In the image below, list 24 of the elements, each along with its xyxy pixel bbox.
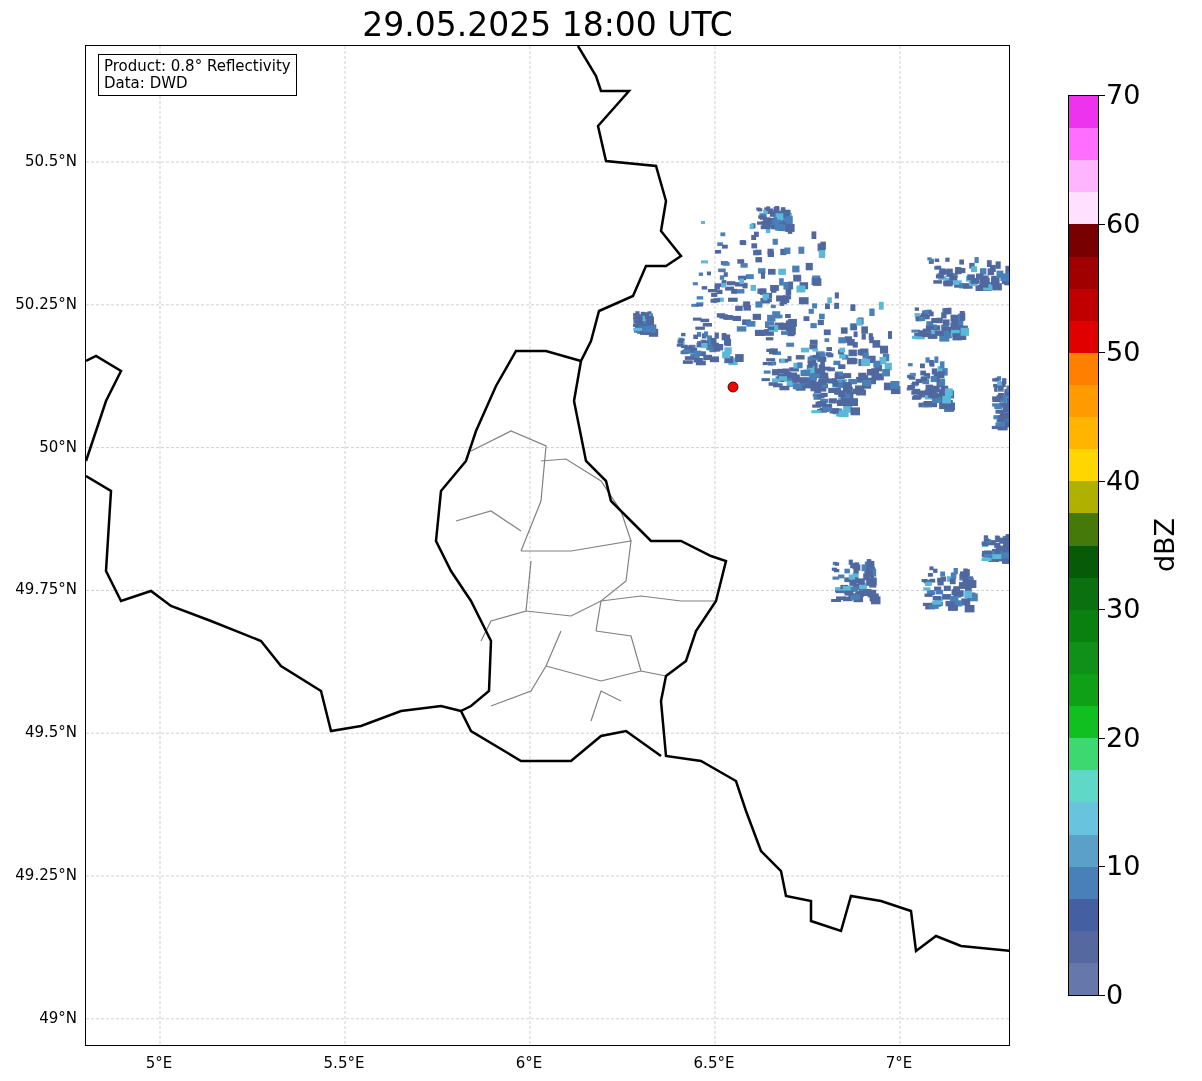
axis-tick-label: 49.5°N <box>24 723 78 742</box>
axis-tick-label: 50.5°N <box>24 152 78 170</box>
colorbar-label: dBZ <box>1148 517 1180 573</box>
chart-title: 29.05.2025 18:00 UTC <box>362 5 733 45</box>
axis-tick-label: 49.75°N <box>15 580 78 599</box>
colorbar-tick-label: 60 <box>1106 208 1141 239</box>
axis-tick-label: 6°E <box>515 1053 543 1072</box>
colorbar-tick-label: 20 <box>1106 722 1141 753</box>
colorbar-tick-label: 0 <box>1106 980 1124 1010</box>
legend-text: Data: DWD <box>104 75 189 92</box>
colorbar-tick-label: 40 <box>1106 465 1141 496</box>
axis-tick-label: 50.25°N <box>15 294 78 313</box>
axis-tick-label: 49.25°N <box>15 866 78 884</box>
axis-tick-label: 5°E <box>145 1053 173 1072</box>
colorbar-tick-label: 10 <box>1106 851 1141 882</box>
axis-tick-label: 6.5°E <box>693 1053 735 1072</box>
axis-tick-label: 50°N <box>39 437 78 456</box>
colorbar-tick-label: 50 <box>1106 337 1141 368</box>
colorbar-tick-label: 70 <box>1106 80 1141 110</box>
colorbar-tick-label: 30 <box>1106 594 1141 625</box>
axis-tick-label: 7°E <box>885 1053 913 1072</box>
legend-text: Product: 0.8° Reflectivity <box>104 58 291 75</box>
axis-tick-label: 5.5°E <box>323 1053 365 1072</box>
axis-tick-label: 49°N <box>39 1008 78 1027</box>
